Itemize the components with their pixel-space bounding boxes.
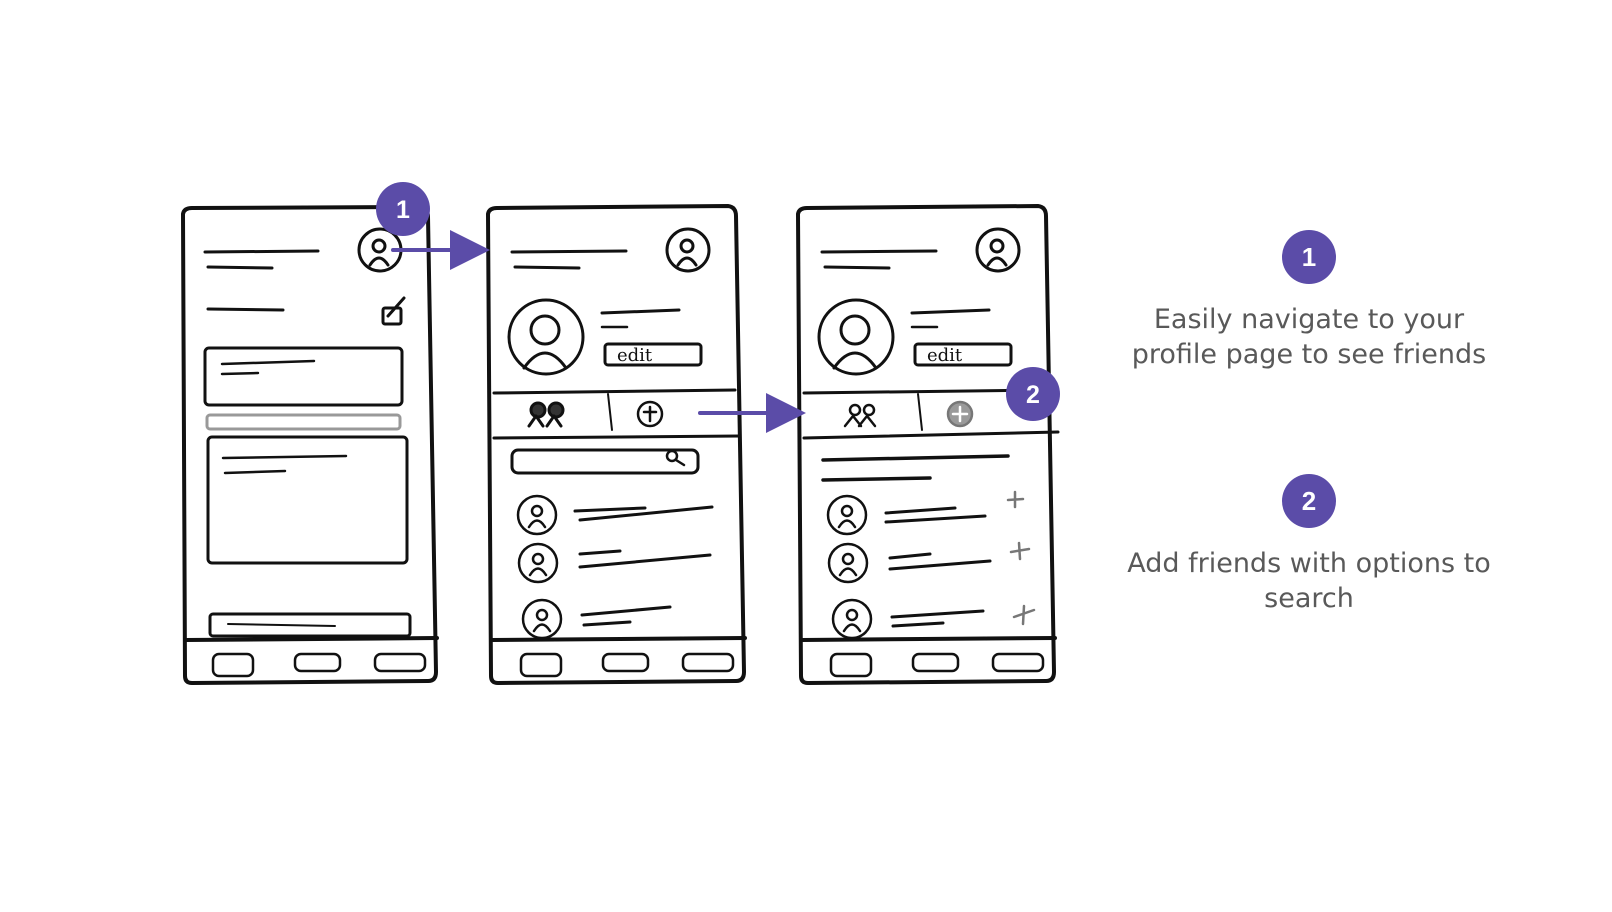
- suggestion-list-item: [831, 598, 1036, 640]
- legend-text-2: Add friends with options to search: [1127, 548, 1491, 614]
- edit-icon: [381, 296, 406, 326]
- friends-icon: [527, 401, 565, 428]
- profile-photo-icon: [507, 298, 585, 376]
- legend-badge-1: 1: [1282, 230, 1336, 284]
- profile-photo-icon: [817, 298, 895, 376]
- phone-profile-screen: edit: [486, 204, 747, 685]
- bottom-nav-buttons: [211, 652, 427, 678]
- suggestion-list-item: [826, 490, 1025, 536]
- search-icon: [665, 449, 686, 467]
- phone-home-screen: [181, 205, 439, 685]
- friend-list-item: [521, 598, 672, 640]
- suggestion-list-item: [827, 541, 1031, 584]
- add-friend-icon-selected: [946, 400, 974, 428]
- plus-icon: [1012, 604, 1036, 626]
- phone-add-friends-screen: edit: [796, 204, 1060, 685]
- plus-icon: [1006, 490, 1025, 509]
- plus-icon: [1009, 541, 1031, 561]
- wireframe-sketch: edit edit 1 2: [181, 182, 1060, 685]
- avatar-icon: [975, 227, 1021, 273]
- input-bar: [205, 413, 402, 431]
- card-box: [203, 346, 404, 407]
- edit-label: edit: [927, 345, 963, 366]
- sketch-badge-2: 2: [1006, 367, 1060, 421]
- friend-list-item: [516, 494, 714, 536]
- legend-badge-2: 2: [1282, 474, 1336, 528]
- svg-text:1: 1: [396, 196, 410, 224]
- add-friend-icon: [636, 400, 664, 428]
- sketch-badge-1: 1: [376, 182, 430, 236]
- bottom-nav-divider: [184, 636, 439, 642]
- legend-text-1: Easily navigate to your profile page to …: [1131, 304, 1487, 370]
- friends-icon: [843, 403, 877, 428]
- svg-text:2: 2: [1026, 381, 1040, 409]
- avatar-icon: [665, 227, 711, 273]
- friend-list-item: [517, 542, 712, 584]
- edit-label: edit: [617, 345, 653, 366]
